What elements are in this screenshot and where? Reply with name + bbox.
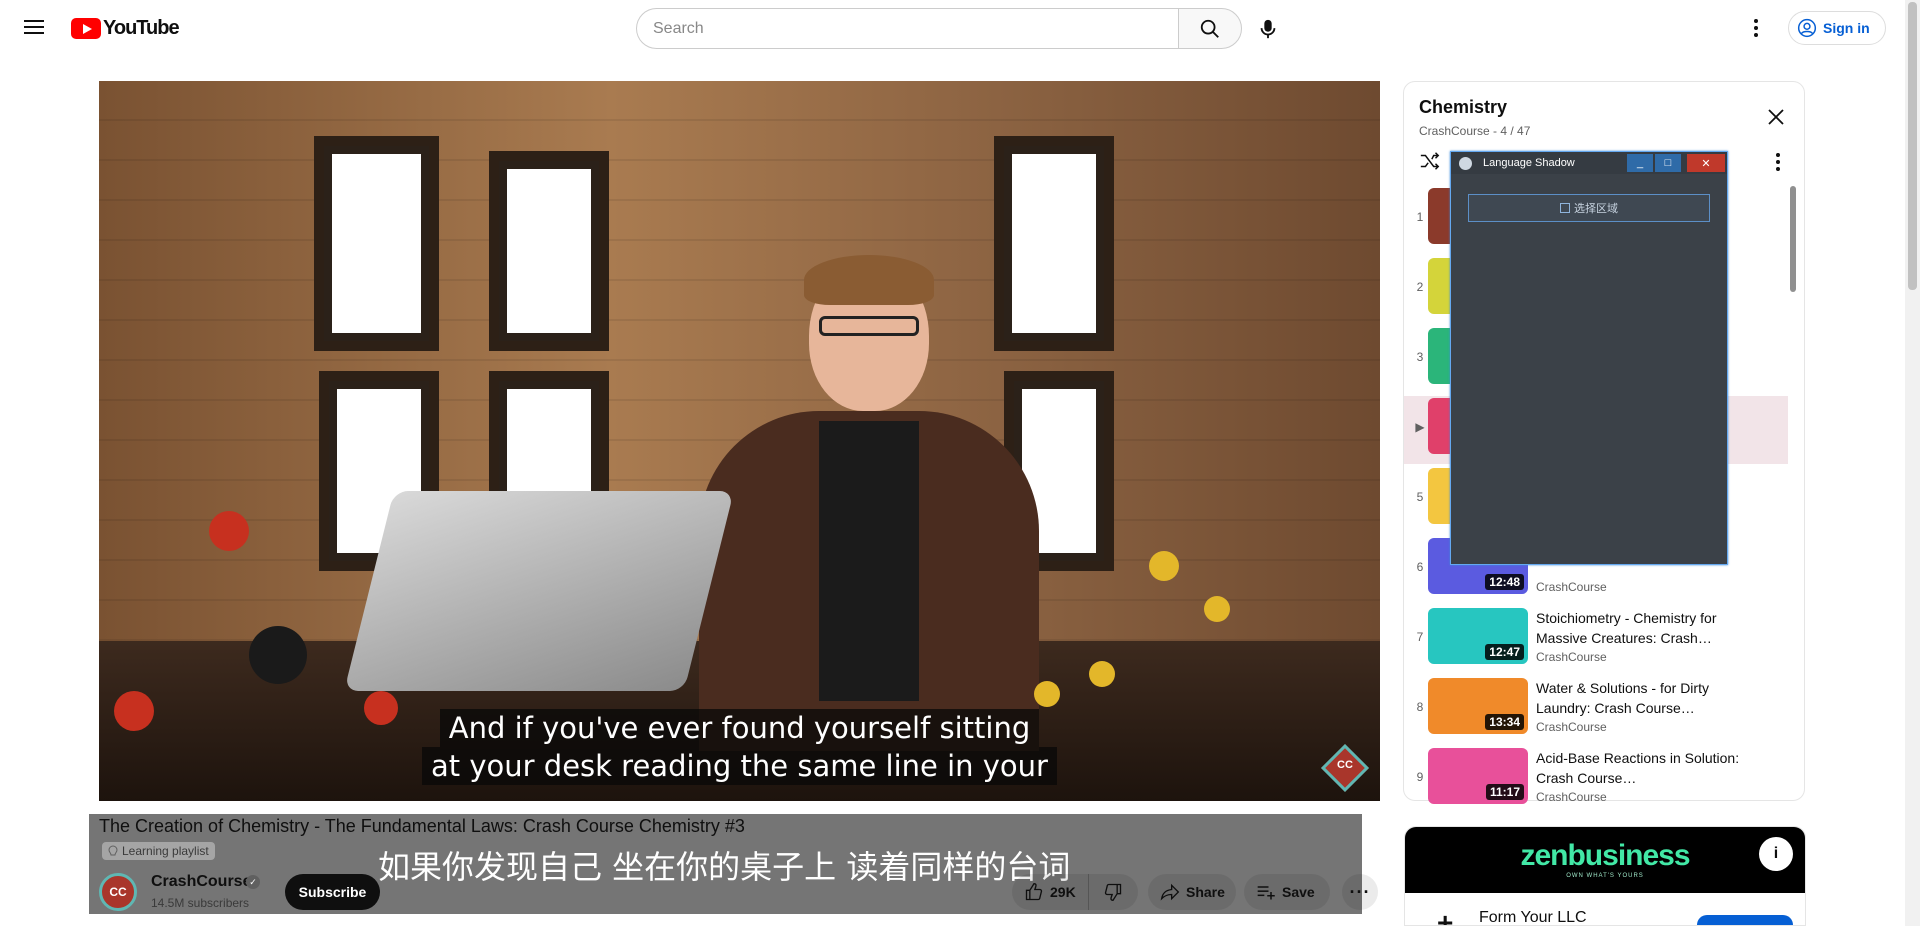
ad-tagline: OWN WHAT'S YOURS [1566,873,1644,879]
share-icon [1160,883,1180,901]
caption-line-1: And if you've ever found yourself sittin… [439,709,1040,747]
duration-badge: 11:17 [1485,784,1524,800]
save-label: Save [1282,884,1315,900]
channel-avatar[interactable]: CC [99,873,137,911]
playlist-item-index: 5 [1416,490,1424,504]
playlist-item-channel: CrashCourse [1536,650,1607,664]
close-icon[interactable] [1764,105,1788,129]
subscriber-count: 14.5M subscribers [151,896,250,910]
playlist-item-index: 1 [1416,210,1424,224]
channel-name[interactable]: CrashCourse [151,873,251,891]
playlist-item-thumbnail[interactable]: 13:34 [1428,678,1528,734]
logo-text: YouTube [103,16,180,39]
save-button[interactable]: Save [1244,874,1330,910]
sign-in-label: Sign in [1823,20,1870,36]
like-count: 29K [1050,884,1076,900]
playlist-item-index: 2 [1416,280,1424,294]
like-button[interactable]: 29K [1012,874,1089,910]
select-region-icon [1560,203,1570,213]
select-area-button[interactable]: 选择区域 [1468,194,1710,222]
playlist-item-thumbnail[interactable]: 11:17 [1428,748,1528,804]
app-icon [1459,156,1472,170]
maximize-button[interactable]: □ [1655,154,1681,172]
video-title: The Creation of Chemistry - The Fundamen… [99,816,745,836]
thumbs-up-icon [1025,882,1043,901]
playlist-item-index: 7 [1416,630,1424,644]
learning-playlist-tag[interactable]: Learning playlist [102,842,215,860]
shuffle-icon[interactable] [1419,150,1443,174]
playlist-meta: CrashCourse - 4 / 47 [1419,124,1531,138]
youtube-logo[interactable]: YouTube [71,16,180,39]
more-actions-icon[interactable]: ··· [1342,874,1378,910]
subscribe-button[interactable]: Subscribe [285,874,380,910]
menu-icon[interactable] [22,16,50,40]
sign-in-button[interactable]: Sign in [1788,11,1886,45]
playlist-item-index: ▶ [1415,420,1425,434]
playlist-item-index: 8 [1416,700,1424,714]
ad-logo-icon: + [1437,907,1454,926]
playlist-add-icon [1257,886,1275,900]
top-bar: YouTube Sign in [0,0,1920,56]
info-icon[interactable]: i [1759,837,1793,871]
playlist-item[interactable]: 7 12:47 Stoichiometry - Chemistry for Mass… [1404,606,1788,674]
search-button[interactable] [1178,8,1242,49]
playlist-item[interactable]: 9 11:17 Acid-Base Reactions in Solution: C… [1404,746,1788,808]
search-input[interactable] [636,8,1178,49]
caption-overlay: And if you've ever found yourself sittin… [99,709,1380,785]
playlist-item-title[interactable]: Water & Solutions - for Dirty Laundry: C… [1536,678,1766,718]
playlist-item-index: 9 [1416,770,1424,784]
thumbs-down-icon [1104,883,1121,902]
laptop-image [344,491,734,691]
account-icon [1797,18,1817,38]
page-scrollbar-thumb[interactable] [1908,2,1917,290]
ad-card[interactable]: zenbusiness OWN WHAT'S YOURS i + Form Yo… [1404,826,1806,926]
share-button[interactable]: Share [1148,874,1236,910]
playlist-item-title[interactable]: Stoichiometry - Chemistry for Massive Cr… [1536,608,1766,648]
search-icon [1200,19,1219,38]
ad-banner[interactable]: zenbusiness OWN WHAT'S YOURS i [1405,827,1805,893]
duration-badge: 12:47 [1485,644,1524,660]
playlist-title[interactable]: Chemistry [1419,97,1507,118]
share-label: Share [1186,884,1225,900]
playlist-item[interactable]: 8 13:34 Water & Solutions - for Dirty Laun… [1404,676,1788,744]
translated-subtitle: 如果你发现自己 坐在你的桌子上 读着同样的台词 [378,848,1071,886]
dislike-button[interactable] [1089,874,1143,910]
language-shadow-titlebar[interactable]: Language Shadow _ □ ✕ [1451,152,1727,174]
learning-tag-label: Learning playlist [122,844,209,858]
playlist-item-channel: CrashCourse [1536,720,1607,734]
microphone-icon [1260,19,1276,39]
learning-icon [108,845,118,856]
ad-cta-button[interactable] [1697,915,1793,925]
playlist-item-channel: CrashCourse [1536,580,1607,594]
language-shadow-window[interactable]: Language Shadow _ □ ✕ 选择区域 [1450,151,1728,565]
duration-badge: 13:34 [1485,714,1524,730]
minimize-button[interactable]: _ [1627,154,1653,172]
search-bar [636,8,1242,49]
playlist-item-index: 6 [1416,560,1424,574]
playlist-item-title[interactable]: Acid-Base Reactions in Solution: Crash C… [1536,748,1766,788]
video-player[interactable]: And if you've ever found yourself sittin… [99,81,1380,801]
caption-line-2: at your desk reading the same line in yo… [422,747,1057,785]
playlist-item-index: 3 [1416,350,1424,364]
ad-title[interactable]: Form Your LLC [1479,909,1587,925]
playlist-item-channel: CrashCourse [1536,790,1607,804]
verified-icon: ✓ [246,875,260,889]
window-title: Language Shadow [1483,157,1575,169]
like-dislike-group: 29K [1012,874,1138,910]
settings-menu-icon[interactable] [1742,14,1770,42]
playlist-menu-icon[interactable] [1766,150,1790,174]
playlist-item-thumbnail[interactable]: 12:47 [1428,608,1528,664]
ad-brand: zenbusiness [1520,839,1690,872]
voice-search-button[interactable] [1248,9,1288,49]
youtube-play-icon [71,17,101,39]
window-close-button[interactable]: ✕ [1687,154,1725,172]
select-area-label: 选择区域 [1574,203,1618,215]
duration-badge: 12:48 [1485,574,1524,590]
playlist-scrollbar[interactable] [1790,186,1796,292]
